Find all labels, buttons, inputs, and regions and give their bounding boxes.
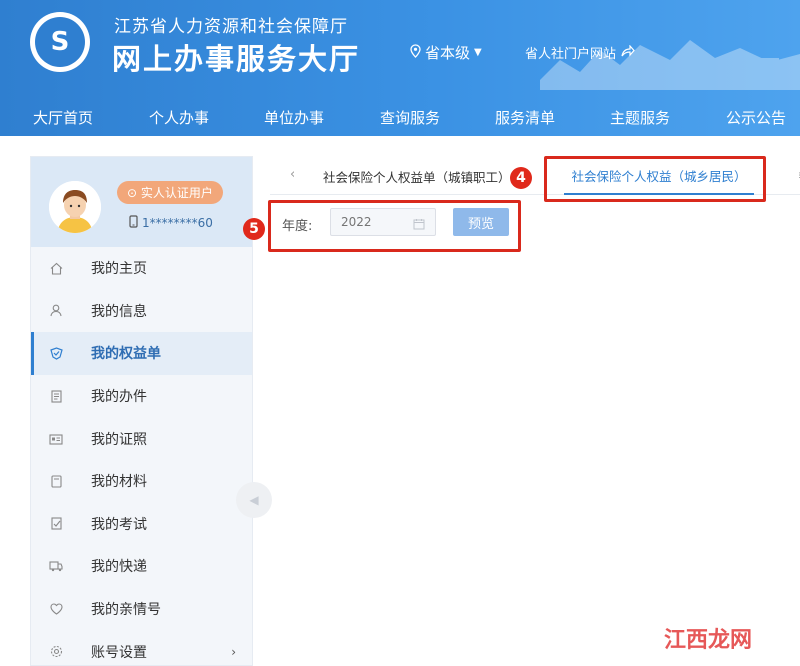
sidebar-item-exams[interactable]: 我的考试 xyxy=(31,503,252,546)
verified-badge-label: 实人认证用户 xyxy=(140,186,213,200)
caret-down-icon: ▼ xyxy=(474,47,482,58)
id-card-icon xyxy=(49,432,63,446)
sidebar-item-info[interactable]: 我的信息 xyxy=(31,290,252,333)
verified-badge: ⊙ 实人认证用户 xyxy=(117,181,223,204)
sidebar-item-label: 账号设置 xyxy=(91,644,147,661)
user-sidebar: ⊙ 实人认证用户 1********60 我的主页 我的信息 我的权益单 我的办… xyxy=(30,156,253,666)
sidebar-item-label: 我的信息 xyxy=(91,303,147,320)
exam-icon xyxy=(49,517,63,531)
nav-service-list[interactable]: 服务清单 xyxy=(495,100,555,136)
chevron-right-icon: › xyxy=(231,644,236,659)
nav-unit[interactable]: 单位办事 xyxy=(264,100,324,136)
year-label: 年度: xyxy=(282,219,313,234)
logo-mark-icon: S xyxy=(35,17,85,67)
calendar-icon[interactable] xyxy=(413,215,425,230)
truck-icon xyxy=(49,559,63,573)
nav-query[interactable]: 查询服务 xyxy=(380,100,440,136)
highlight-box-tab xyxy=(544,156,766,202)
step-marker-5: 5 xyxy=(243,218,265,240)
preview-button[interactable]: 预览 xyxy=(453,208,509,236)
sidebar-item-licenses[interactable]: 我的证照 xyxy=(31,417,252,460)
sidebar-item-label: 我的办件 xyxy=(91,389,147,406)
sidebar-item-label: 我的主页 xyxy=(91,261,147,278)
user-profile-card: ⊙ 实人认证用户 1********60 xyxy=(31,157,252,247)
home-icon xyxy=(49,261,63,275)
phone-icon xyxy=(129,215,138,231)
portal-link-label: 省人社门户网站 xyxy=(525,47,617,62)
sidebar-item-benefits[interactable]: 我的权益单 xyxy=(31,332,252,375)
sidebar-collapse-button[interactable]: ◀ xyxy=(236,482,272,518)
shield-icon xyxy=(49,346,63,360)
step-marker-4: 4 xyxy=(510,167,532,189)
site-title: 网上办事服务大厅 xyxy=(112,42,361,76)
portal-link[interactable]: 省人社门户网站 xyxy=(525,43,635,62)
user-phone: 1********60 xyxy=(129,215,213,231)
heart-icon xyxy=(49,602,63,616)
avatar[interactable] xyxy=(49,181,101,233)
nav-home[interactable]: 大厅首页 xyxy=(33,100,93,136)
region-selector[interactable]: 省本级 ▼ xyxy=(410,42,482,63)
sidebar-item-label: 我的材料 xyxy=(91,474,147,491)
nav-announcements[interactable]: 公示公告 xyxy=(726,100,786,136)
tab-scroll-left-icon[interactable]: ‹ xyxy=(290,167,295,182)
main-nav: 大厅首页 个人办事 单位办事 查询服务 服务清单 主题服务 公示公告 xyxy=(0,100,800,136)
gear-icon xyxy=(49,645,63,659)
department-name: 江苏省人力资源和社会保障厅 xyxy=(114,17,348,37)
sidebar-item-materials[interactable]: 我的材料 xyxy=(31,460,252,503)
sidebar-item-label: 我的亲情号 xyxy=(91,602,161,619)
file-icon xyxy=(49,389,63,403)
share-arrow-icon xyxy=(621,43,635,61)
site-logo[interactable]: S xyxy=(30,12,90,72)
sidebar-item-account-settings[interactable]: 账号设置 › xyxy=(31,630,252,666)
sidebar-item-cases[interactable]: 我的办件 xyxy=(31,375,252,418)
region-label: 省本级 xyxy=(425,44,471,62)
location-pin-icon xyxy=(410,43,421,62)
sidebar-item-express[interactable]: 我的快递 xyxy=(31,545,252,588)
triangle-left-icon: ◀ xyxy=(249,493,259,507)
sidebar-item-label: 我的考试 xyxy=(91,516,147,533)
sidebar-item-home[interactable]: 我的主页 xyxy=(31,247,252,290)
tab-urban-employee[interactable]: 社会保险个人权益单（城镇职工） xyxy=(323,167,511,186)
folder-icon xyxy=(49,474,63,488)
sidebar-item-label: 我的快递 xyxy=(91,559,147,576)
sidebar-item-label: 我的证照 xyxy=(91,431,147,448)
user-icon xyxy=(49,304,63,318)
nav-personal[interactable]: 个人办事 xyxy=(149,100,209,136)
sidebar-item-label: 我的权益单 xyxy=(91,346,161,363)
verified-icon: ⊙ xyxy=(127,186,138,200)
watermark: 江西龙网 xyxy=(664,627,753,653)
nav-topics[interactable]: 主题服务 xyxy=(610,100,670,136)
sidebar-item-family[interactable]: 我的亲情号 xyxy=(31,588,252,631)
phone-number: 1********60 xyxy=(142,216,213,230)
site-header: S 江苏省人力资源和社会保障厅 网上办事服务大厅 省本级 ▼ 省人社门户网站 大… xyxy=(0,0,800,136)
